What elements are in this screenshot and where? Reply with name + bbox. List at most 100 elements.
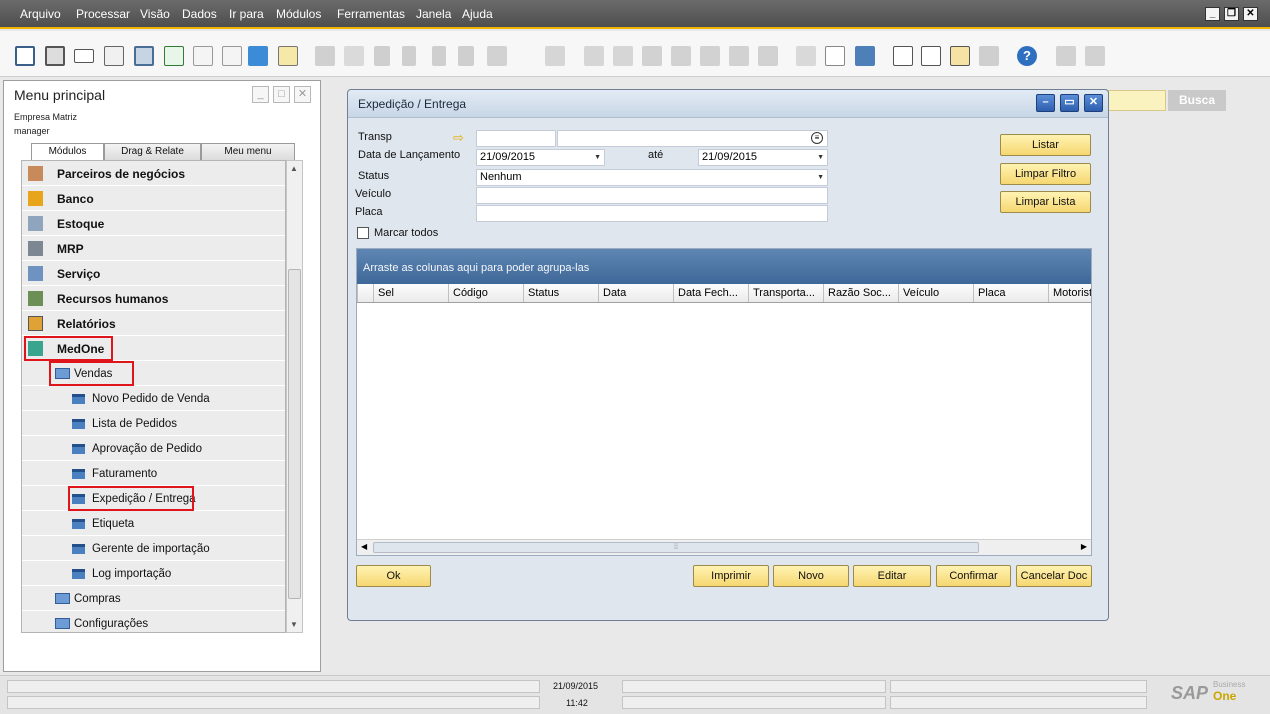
confirmar-button[interactable]: Confirmar [936, 565, 1011, 587]
find-icon[interactable] [315, 46, 335, 66]
settings-icon[interactable] [729, 46, 749, 66]
veiculo-input[interactable] [476, 187, 828, 204]
chevron-down-icon[interactable]: ▼ [817, 150, 824, 165]
col-data-fech[interactable]: Data Fech... [673, 284, 748, 302]
tree-item-configuracoes[interactable]: Configurações [22, 611, 285, 632]
scroll-thumb[interactable] [288, 269, 301, 599]
col-veiculo[interactable]: Veículo [898, 284, 973, 302]
chevron-down-icon[interactable]: ▼ [817, 170, 824, 185]
tree-item-recursos-humanos[interactable]: Recursos humanos [22, 286, 285, 311]
refresh-icon[interactable] [487, 46, 507, 66]
scroll-left-icon[interactable]: ◀ [361, 542, 367, 551]
status-select[interactable]: Nenhum ▼ [476, 169, 828, 186]
tree-item-gerente-importacao[interactable]: Gerente de importação [22, 536, 285, 561]
placa-input[interactable] [476, 205, 828, 222]
print-layout-icon[interactable] [1056, 46, 1076, 66]
col-data[interactable]: Data [598, 284, 673, 302]
limpar-lista-button[interactable]: Limpar Lista [1000, 191, 1091, 213]
messages-icon[interactable] [893, 46, 913, 66]
panel-minimize-icon[interactable]: _ [252, 86, 269, 103]
dialog-titlebar[interactable]: Expedição / Entrega – ▭ ✕ [348, 90, 1108, 118]
alerts-icon[interactable] [921, 46, 941, 66]
col-transportadora[interactable]: Transporta... [748, 284, 823, 302]
layout-icon[interactable] [796, 46, 816, 66]
menu-ferramentas[interactable]: Ferramentas [337, 7, 405, 21]
panel-maximize-icon[interactable]: □ [273, 86, 290, 103]
group-panel[interactable]: Arraste as colunas aqui para poder agrup… [357, 249, 1091, 284]
cancelar-doc-button[interactable]: Cancelar Doc [1016, 565, 1092, 587]
target-document-icon[interactable] [613, 46, 633, 66]
tree-item-aprovacao[interactable]: Aprovação de Pedido [22, 436, 285, 461]
tree-item-log-importacao[interactable]: Log importação [22, 561, 285, 586]
document-settings-icon[interactable] [1085, 46, 1105, 66]
tab-modulos[interactable]: Módulos [31, 143, 104, 161]
novo-button[interactable]: Novo [773, 565, 849, 587]
col-placa[interactable]: Placa [973, 284, 1048, 302]
restore-icon[interactable]: ❐ [1224, 7, 1239, 21]
grid-hscrollbar[interactable]: ◀ ⁞⁞ ▶ [357, 539, 1091, 555]
menu-janela[interactable]: Janela [416, 7, 451, 21]
tree-item-relatorios[interactable]: Relatórios [22, 311, 285, 336]
scroll-down-icon[interactable]: ▼ [290, 620, 298, 629]
tree-scrollbar[interactable]: ▲ ▼ [286, 160, 303, 633]
transp-code-input[interactable] [476, 130, 556, 147]
menu-dados[interactable]: Dados [182, 7, 217, 21]
query-icon[interactable] [758, 46, 778, 66]
pdf-icon[interactable] [222, 46, 242, 66]
listar-button[interactable]: Listar [1000, 134, 1091, 156]
tree-item-mrp[interactable]: MRP [22, 236, 285, 261]
tree-item-compras[interactable]: Compras [22, 586, 285, 611]
email-icon[interactable] [74, 49, 94, 63]
relationship-icon[interactable] [950, 46, 970, 66]
dialog-maximize-icon[interactable]: ▭ [1060, 94, 1079, 112]
col-codigo[interactable]: Código [448, 284, 523, 302]
tree-item-estoque[interactable]: Estoque [22, 211, 285, 236]
reports-icon[interactable] [979, 46, 999, 66]
menu-arquivo[interactable]: Arquivo [20, 7, 61, 21]
panel-close-icon[interactable]: ✕ [294, 86, 311, 103]
limpar-filtro-button[interactable]: Limpar Filtro [1000, 163, 1091, 185]
tree-item-servico[interactable]: Serviço [22, 261, 285, 286]
lock-icon[interactable] [278, 46, 298, 66]
sort-icon[interactable] [545, 46, 565, 66]
minimize-icon[interactable]: _ [1205, 7, 1220, 21]
grid-scroll-thumb[interactable]: ⁞⁞ [373, 542, 979, 553]
base-document-icon[interactable] [584, 46, 604, 66]
gross-profit-icon[interactable] [700, 46, 720, 66]
editar-button[interactable]: Editar [853, 565, 931, 587]
last-record-icon[interactable] [458, 46, 474, 66]
journal-icon[interactable] [642, 46, 662, 66]
sms-icon[interactable] [104, 46, 124, 66]
tree-item-faturamento[interactable]: Faturamento [22, 461, 285, 486]
data-to-input[interactable]: 21/09/2015 ▼ [698, 149, 828, 166]
word-icon[interactable] [193, 46, 213, 66]
chevron-down-icon[interactable]: ▼ [594, 150, 601, 165]
tree-item-banco[interactable]: Banco [22, 186, 285, 211]
tab-meu-menu[interactable]: Meu menu [201, 143, 295, 161]
data-from-input[interactable]: 21/09/2015 ▼ [476, 149, 605, 166]
imprimir-button[interactable]: Imprimir [693, 565, 769, 587]
launch-icon[interactable] [248, 46, 268, 66]
ok-button[interactable]: Ok [356, 565, 431, 587]
tree-item-novo-pedido[interactable]: Novo Pedido de Venda [22, 386, 285, 411]
search-input[interactable] [1108, 90, 1166, 111]
scroll-right-icon[interactable]: ▶ [1081, 542, 1087, 551]
excel-icon[interactable] [164, 46, 184, 66]
col-razao-social[interactable]: Razão Soc... [823, 284, 898, 302]
col-sel[interactable]: Sel [373, 284, 448, 302]
print-preview-icon[interactable] [15, 46, 35, 66]
calendar-icon[interactable] [855, 46, 875, 66]
marcar-todos-checkbox[interactable] [357, 227, 369, 239]
tree-item-parceiros[interactable]: Parceiros de negócios [22, 161, 285, 186]
dialog-minimize-icon[interactable]: – [1036, 94, 1055, 112]
choose-list-icon[interactable]: ≡ [811, 132, 823, 144]
scroll-up-icon[interactable]: ▲ [290, 164, 298, 173]
menu-modulos[interactable]: Módulos [276, 7, 321, 21]
dialog-close-icon[interactable]: ✕ [1084, 94, 1103, 112]
transp-name-input[interactable]: ≡ [557, 130, 828, 147]
menu-ir-para[interactable]: Ir para [229, 7, 264, 21]
previous-record-icon[interactable] [402, 46, 416, 66]
next-record-icon[interactable] [432, 46, 446, 66]
add-icon[interactable] [344, 46, 364, 66]
col-motorista[interactable]: Motorista [1048, 284, 1091, 302]
